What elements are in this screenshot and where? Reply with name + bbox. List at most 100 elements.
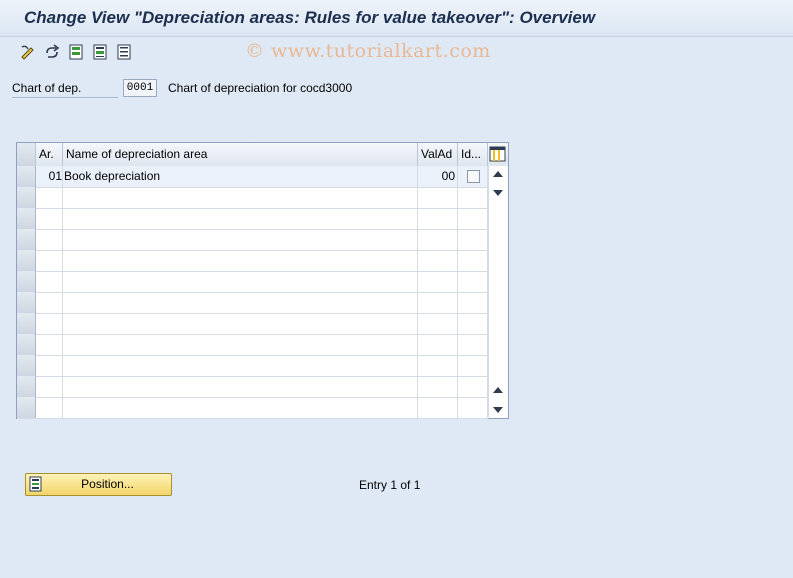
cell-valad[interactable]: [418, 271, 458, 292]
cell-area: [36, 376, 63, 397]
cell-valad[interactable]: [418, 229, 458, 250]
cell-valad[interactable]: [418, 376, 458, 397]
table-row[interactable]: [17, 208, 488, 230]
table-row[interactable]: [17, 334, 488, 356]
table-row[interactable]: [17, 250, 488, 272]
cell-identical: [458, 292, 488, 313]
cell-area: [36, 397, 63, 418]
cell-name: Book depreciation: [63, 166, 418, 187]
table-row[interactable]: [17, 376, 488, 398]
column-header-name[interactable]: Name of depreciation area: [63, 143, 418, 166]
cell-valad[interactable]: [418, 250, 458, 271]
depreciation-areas-table: Ar. Name of depreciation area ValAd Id..…: [16, 142, 509, 419]
table-row[interactable]: [17, 229, 488, 251]
display-change-icon[interactable]: [19, 43, 37, 61]
cell-name: [63, 229, 418, 250]
row-selector[interactable]: [17, 397, 36, 418]
select-block-icon[interactable]: [91, 43, 109, 61]
page-up-icon[interactable]: [493, 387, 503, 393]
page-down-icon[interactable]: [493, 190, 503, 196]
cell-valad[interactable]: [418, 292, 458, 313]
table-row[interactable]: [17, 397, 488, 419]
cell-area: [36, 292, 63, 313]
position-button[interactable]: Position...: [25, 473, 172, 496]
title-bar: Change View "Depreciation areas: Rules f…: [0, 0, 793, 37]
cell-area: [36, 355, 63, 376]
row-selector[interactable]: [17, 229, 36, 250]
cell-valad[interactable]: [418, 187, 458, 208]
cell-name: [63, 292, 418, 313]
chart-of-dep-description: Chart of depreciation for cocd3000: [168, 81, 353, 95]
cell-area: [36, 313, 63, 334]
cell-valad[interactable]: [418, 208, 458, 229]
cell-identical: [458, 376, 488, 397]
cell-identical: [458, 334, 488, 355]
row-selector[interactable]: [17, 376, 36, 397]
table-row[interactable]: [17, 271, 488, 293]
cell-area: [36, 187, 63, 208]
page-title: Change View "Depreciation areas: Rules f…: [24, 8, 596, 27]
select-all-rows-button[interactable]: [17, 143, 36, 166]
cell-area: [36, 208, 63, 229]
cell-identical: [458, 187, 488, 208]
watermark: © www.tutorialkart.com: [245, 40, 491, 62]
cell-name: [63, 355, 418, 376]
table-row[interactable]: [17, 355, 488, 377]
table-header: Ar. Name of depreciation area ValAd Id..…: [17, 143, 508, 167]
cell-identical: [458, 208, 488, 229]
row-selector[interactable]: [17, 355, 36, 376]
cell-area: [36, 250, 63, 271]
cell-identical: [458, 355, 488, 376]
row-selector[interactable]: [17, 271, 36, 292]
cell-identical: [458, 397, 488, 418]
cell-name: [63, 334, 418, 355]
identical-checkbox[interactable]: [467, 170, 480, 183]
table-row[interactable]: [17, 292, 488, 314]
column-header-valad[interactable]: ValAd: [418, 143, 458, 166]
table-settings-icon[interactable]: [489, 145, 506, 163]
table-row[interactable]: 01 Book depreciation 00: [17, 166, 488, 188]
column-header-area[interactable]: Ar.: [36, 143, 63, 166]
cell-identical: [458, 229, 488, 250]
cell-identical: [458, 250, 488, 271]
table-row[interactable]: [17, 187, 488, 209]
scroll-up-icon[interactable]: [493, 171, 503, 177]
vertical-scrollbar[interactable]: [488, 166, 508, 417]
row-selector[interactable]: [17, 334, 36, 355]
cell-name: [63, 376, 418, 397]
cell-name: [63, 313, 418, 334]
cell-valad[interactable]: [418, 334, 458, 355]
select-all-icon[interactable]: [67, 43, 85, 61]
cell-name: [63, 271, 418, 292]
cell-identical: [458, 313, 488, 334]
cell-name: [63, 397, 418, 418]
chart-of-dep-label: Chart of dep.: [12, 80, 118, 98]
cell-area: [36, 229, 63, 250]
other-view-icon[interactable]: [43, 43, 61, 61]
chart-of-dep-field[interactable]: 0001: [123, 79, 157, 97]
row-selector[interactable]: [17, 166, 36, 187]
deselect-all-icon[interactable]: [115, 43, 133, 61]
entry-counter: Entry 1 of 1: [359, 478, 421, 492]
table-row[interactable]: [17, 313, 488, 335]
cell-valad[interactable]: [418, 397, 458, 418]
cell-valad[interactable]: 00: [418, 166, 458, 187]
cell-identical: [458, 166, 488, 187]
cell-name: [63, 250, 418, 271]
cell-valad[interactable]: [418, 355, 458, 376]
row-selector[interactable]: [17, 187, 36, 208]
scroll-down-icon[interactable]: [493, 407, 503, 413]
cell-area: [36, 334, 63, 355]
cell-area: [36, 271, 63, 292]
cell-valad[interactable]: [418, 313, 458, 334]
cell-name: [63, 187, 418, 208]
column-header-identical[interactable]: Id...: [458, 143, 488, 166]
cell-identical: [458, 271, 488, 292]
row-selector[interactable]: [17, 292, 36, 313]
row-selector[interactable]: [17, 208, 36, 229]
cell-name: [63, 208, 418, 229]
row-selector[interactable]: [17, 313, 36, 334]
cell-area: 01: [36, 166, 63, 187]
position-button-label: Position...: [81, 477, 134, 491]
row-selector[interactable]: [17, 250, 36, 271]
